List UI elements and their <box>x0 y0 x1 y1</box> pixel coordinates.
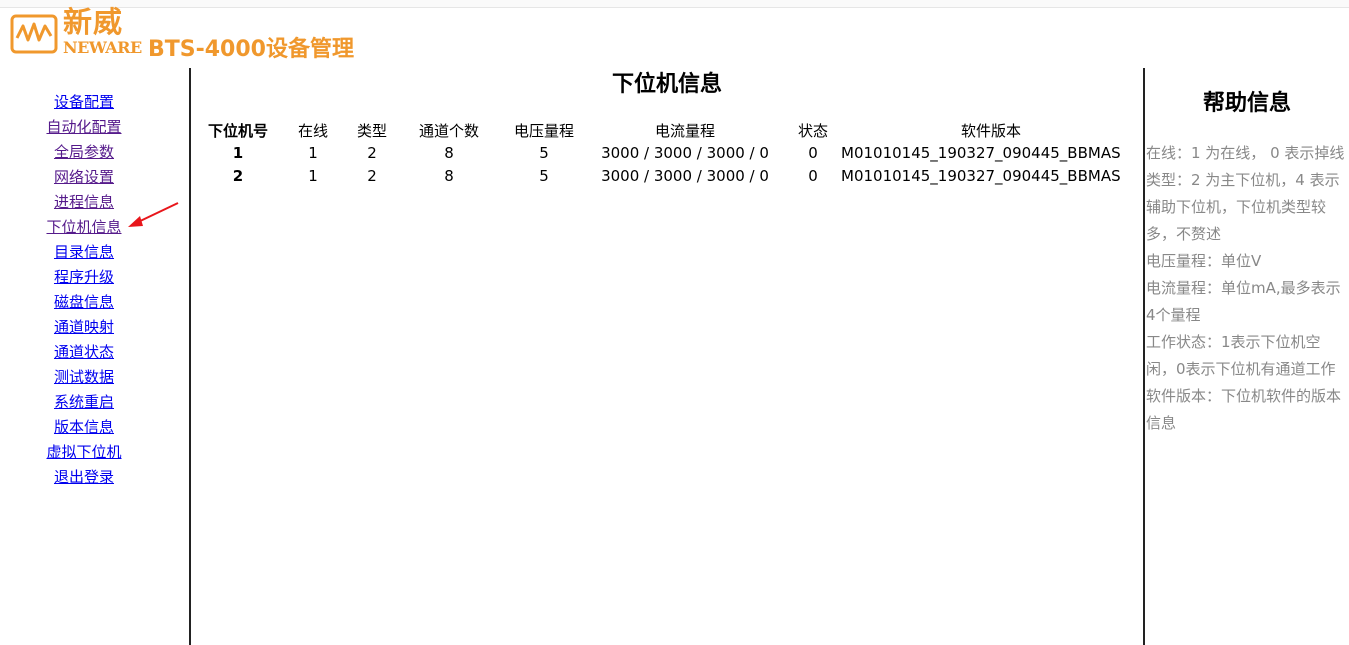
help-item: 电流量程：单位mA,最多表示4个量程 <box>1146 279 1341 324</box>
column-header: 软件版本 <box>960 122 1021 140</box>
sidebar-item: 自动化配置 <box>0 115 189 140</box>
unit-info-table: 下位机号 在线 类型 通道个数 电压量程 电流量程 状态 软件版本 1 1 2 8 5 3000 / 3… <box>199 120 1141 188</box>
sidebar-link[interactable]: 设备配置 <box>0 90 168 115</box>
sidebar-link[interactable]: 目录信息 <box>0 240 168 265</box>
sidebar-item: 目录信息 <box>0 240 189 265</box>
table-cell: 3000 / 3000 / 3000 / 0 <box>601 167 769 185</box>
sidebar-item: 全局参数 <box>0 140 189 165</box>
sidebar-link[interactable]: 通道状态 <box>0 340 168 365</box>
sidebar-item: 虚拟下位机 <box>0 440 189 465</box>
app-title: BTS-4000设备管理 <box>148 37 354 62</box>
table-cell: 8 <box>444 167 454 185</box>
table-cell: 2 <box>367 167 377 185</box>
table-cell: M01010145_190327_090445_BBMAS <box>841 167 1121 185</box>
sidebar-item: 磁盘信息 <box>0 290 189 315</box>
sidebar-link[interactable]: 网络设置 <box>0 165 168 190</box>
logo-chinese-text: 新威 <box>63 5 124 39</box>
sidebar-link[interactable]: 全局参数 <box>0 140 168 165</box>
sidebar-link[interactable]: 退出登录 <box>0 465 168 490</box>
nav-list: 设备配置 自动化配置 全局参数 网络设置 进程信息 下位机信息 目录信息 程序升级 磁盘信息 通道… <box>0 90 189 490</box>
table-cell: M01010145_190327_090445_BBMAS <box>841 144 1121 162</box>
neware-logo-icon <box>10 10 58 58</box>
help-item: 类型：2 为主下位机，4 表示辅助下位机，下位机类型较多，不赘述 <box>1146 171 1340 243</box>
column-header: 通道个数 <box>418 122 479 140</box>
column-header: 类型 <box>356 122 387 140</box>
column-header: 电压量程 <box>513 122 574 140</box>
logo-english-text: NEWARE <box>63 38 142 57</box>
header: 新威 NEWARE BTS-4000设备管理 <box>10 5 510 64</box>
sidebar-item: 测试数据 <box>0 365 189 390</box>
help-list: 在线：1 为在线， 0 表示掉线类型：2 为主下位机，4 表示辅助下位机，下位机… <box>1146 140 1349 437</box>
column-header: 下位机号 <box>207 122 268 140</box>
sidebar-item: 通道映射 <box>0 315 189 340</box>
sidebar-link[interactable]: 系统重启 <box>0 390 168 415</box>
sidebar-item: 网络设置 <box>0 165 189 190</box>
sidebar-link[interactable]: 程序升级 <box>0 265 168 290</box>
help-item: 工作状态：1表示下位机空闲，0表示下位机有通道工作 <box>1146 333 1336 378</box>
sidebar-link[interactable]: 虚拟下位机 <box>0 440 168 465</box>
table-cell: 1 <box>232 144 244 162</box>
table-cell: 0 <box>808 167 818 185</box>
page-title: 下位机信息 <box>611 72 722 97</box>
table-header-row: 下位机号 在线 类型 通道个数 电压量程 电流量程 状态 软件版本 <box>199 120 1141 142</box>
browser-top-strip <box>0 0 1349 8</box>
table-row: 2 1 2 8 5 3000 / 3000 / 3000 / 0 0 M01010145_19… <box>199 165 1141 188</box>
table-cell: 8 <box>444 144 454 162</box>
table-cell: 1 <box>308 144 318 162</box>
help-item: 电压量程：单位V <box>1146 252 1262 270</box>
column-header: 状态 <box>797 122 828 140</box>
sidebar-item: 通道状态 <box>0 340 189 365</box>
sidebar-item: 版本信息 <box>0 415 189 440</box>
table-cell: 2 <box>232 167 244 185</box>
table-cell: 0 <box>808 144 818 162</box>
sidebar-link[interactable]: 自动化配置 <box>0 115 168 140</box>
annotation-arrow-icon <box>128 202 179 227</box>
help-item: 软件版本：下位机软件的版本信息 <box>1146 387 1342 432</box>
column-header: 在线 <box>297 122 328 140</box>
table-row: 1 1 2 8 5 3000 / 3000 / 3000 / 0 0 M01010145_19… <box>199 142 1141 165</box>
table-cell: 2 <box>367 144 377 162</box>
sidebar-item: 系统重启 <box>0 390 189 415</box>
sidebar-link[interactable]: 版本信息 <box>0 415 168 440</box>
help-item: 在线：1 为在线， 0 表示掉线 <box>1146 144 1345 162</box>
table-cell: 3000 / 3000 / 3000 / 0 <box>601 144 769 162</box>
main-content: 下位机信息 下位机号 在线 类型 通道个数 电压量程 电流量程 状态 软件版本 1 1 2 8 5 30… <box>191 68 1143 645</box>
sidebar-item: 设备配置 <box>0 90 189 115</box>
sidebar-link[interactable]: 测试数据 <box>0 365 168 390</box>
sidebar-link[interactable]: 通道映射 <box>0 315 168 340</box>
table-cell: 5 <box>539 167 549 185</box>
table-cell: 5 <box>539 144 549 162</box>
sidebar-item: 退出登录 <box>0 465 189 490</box>
table-cell: 1 <box>308 167 318 185</box>
column-header: 电流量程 <box>654 122 715 140</box>
sidebar-link[interactable]: 磁盘信息 <box>0 290 168 315</box>
sidebar-item: 程序升级 <box>0 265 189 290</box>
help-title: 帮助信息 <box>1202 91 1291 116</box>
help-panel: 帮助信息 在线：1 为在线， 0 表示掉线类型：2 为主下位机，4 表示辅助下位… <box>1145 68 1349 645</box>
sidebar-nav: 设备配置 自动化配置 全局参数 网络设置 进程信息 下位机信息 目录信息 程序升级 磁盘信息 通道… <box>0 90 189 645</box>
